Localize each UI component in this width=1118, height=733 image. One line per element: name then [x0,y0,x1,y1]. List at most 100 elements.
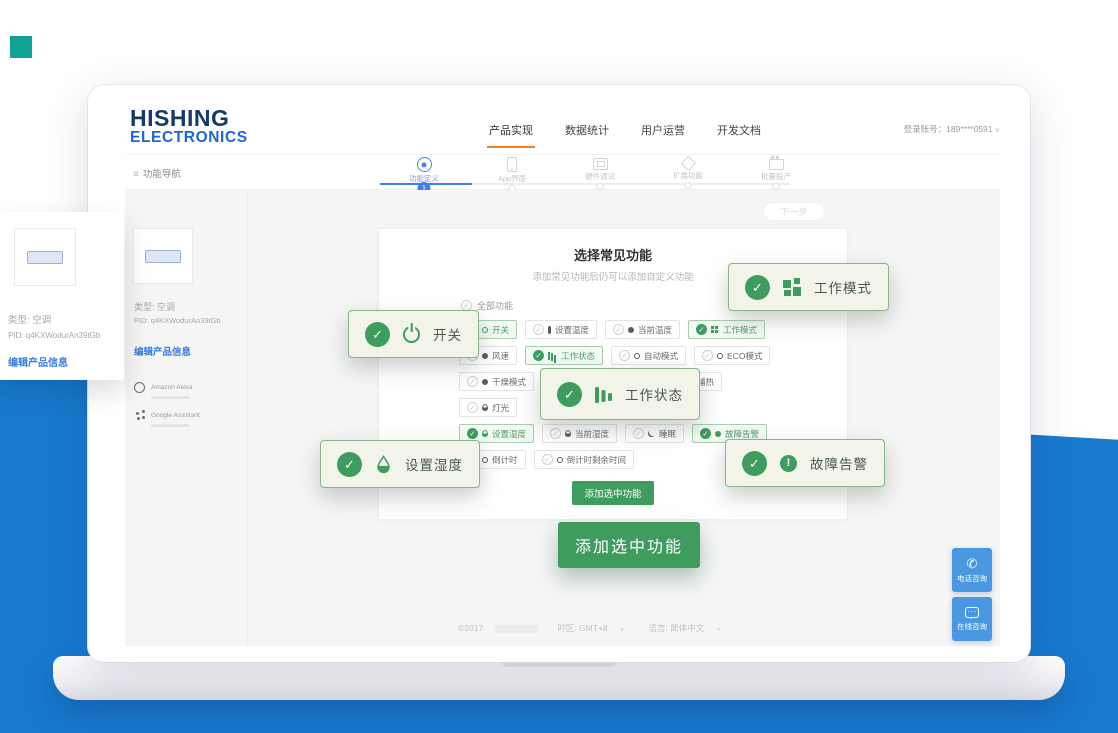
alert-icon: ! [780,455,797,472]
chip-label: 当前湿度 [575,428,609,440]
blurred-text [151,396,189,399]
chevron-down-icon: ∨ [620,626,625,633]
bars-icon [595,385,612,403]
app-header: HISHING ELECTRONICS 产品实现 数据统计 用户运营 开发文档 … [125,105,1000,155]
product-type: 类型: 空调 [8,312,51,326]
chip-dry-mode[interactable]: ✓干燥模式 [459,372,534,391]
checkbox-icon: ✓ [613,324,624,335]
edit-product-link[interactable]: 编辑产品信息 [8,354,68,369]
next-step-button[interactable]: 下一步 [763,202,825,221]
checkbox-icon: ✓ [533,324,544,335]
grid-row: ✓设置湿度 ✓当前湿度 ✓睡眠 ✓故障告警 [459,424,767,443]
check-icon: ✓ [745,275,770,300]
brand-logo-line2: ELECTRONICS [130,130,248,146]
timer-icon [482,457,488,463]
laptop-base [53,656,1065,700]
product-sidebar: 类型: 空调 PID: q4KXWodurAn39tGb 编辑产品信息 Amaz… [125,190,248,646]
moon-icon [648,430,655,437]
callout-power: ✓ 开关 [348,310,479,358]
nav-item-docs[interactable]: 开发文档 [715,116,763,144]
chip-auto-mode[interactable]: ✓自动模式 [611,346,686,365]
bars-icon [548,352,550,360]
callout-label: 开关 [433,324,462,344]
chip-countdown-remaining[interactable]: ✓倒计时剩余时间 [534,450,635,469]
chip-current-humidity[interactable]: ✓当前湿度 [542,424,617,443]
language-select[interactable]: 语言: 简体中文∨ [642,623,727,633]
chip-label: 设置温度 [555,324,589,336]
chip-set-temperature[interactable]: ✓ 设置温度 [525,320,597,339]
chip-label: 故障告警 [725,428,759,440]
chip-icon [593,158,608,170]
menu-icon: ≡ [133,169,139,180]
check-icon: ✓ [365,322,390,347]
integration-google-assistant[interactable]: Google Assistant [134,404,200,427]
laptop-screen: HISHING ELECTRONICS 产品实现 数据统计 用户运营 开发文档 … [88,85,1030,662]
chip-work-status[interactable]: ✓工作状态 [525,346,603,365]
function-nav-toggle[interactable]: ≡功能导航 [133,166,181,180]
step-function-definition[interactable]: 功能定义 1 [380,156,468,184]
grid-row: ✓ 开关 ✓ 设置温度 ✓当前温度 ✓工作模式 [459,320,767,339]
alexa-icon [134,382,145,393]
integration-alexa[interactable]: Amazon Alexa [134,376,193,399]
edit-product-link[interactable]: 编辑产品信息 [134,344,191,358]
chip-sleep[interactable]: ✓ 睡眠 [625,424,684,443]
air-conditioner-icon [27,251,63,264]
timezone-select[interactable]: 时区: GMT+8∨ [551,623,630,633]
online-consult-button[interactable]: ··· 在线咨询 [952,597,992,641]
product-pid: PID: q4KXWodurAn39tGb [8,331,100,340]
nav-item-product[interactable]: 产品实现 [487,116,535,144]
brand-logo[interactable]: HISHING ELECTRONICS [130,107,248,146]
temperature-icon [628,327,634,333]
timer-icon [557,457,563,463]
callout-fault-alarm: ✓ ! 故障告警 [725,439,885,487]
step-app-ui[interactable]: App界面 [468,156,556,184]
checkbox-icon: ✓ [700,428,711,439]
nav-item-operation[interactable]: 用户运营 [639,116,687,144]
checkbox-icon: ✓ [702,350,713,361]
chip-label: 倒计时 [492,454,518,466]
chip-label: 风速 [492,350,509,362]
checkbox-icon: ✓ [467,376,478,387]
chip-current-temperature[interactable]: ✓当前温度 [605,320,680,339]
phone-consult-button[interactable]: ✆ 电话咨询 [952,548,992,592]
step-extended-functions[interactable]: 扩展功能 [644,156,732,181]
step-label: 批量投产 [732,171,820,182]
nav-item-stats[interactable]: 数据统计 [563,116,611,144]
product-pid: PID: q4KXWodurAn39tGb [134,316,221,325]
panel-title: 选择常见功能 [379,245,847,264]
redacted-company-name [495,625,539,633]
brand-logo-line1: HISHING [130,107,248,130]
add-selected-functions-button[interactable]: 添加选中功能 [572,481,653,505]
step-mass-production[interactable]: 批量投产 [732,156,820,182]
callout-label: 设置湿度 [405,454,463,474]
step-node [597,183,604,190]
chip-label: 睡眠 [659,428,676,440]
checkbox-icon: ✓ [633,428,644,439]
power-icon [403,326,420,343]
chat-bubble-icon: ··· [965,607,979,618]
callout-work-status: ✓ 工作状态 [540,368,700,420]
checkbox-icon: ✓ [533,350,544,361]
language-label: 语言: 简体中文 [648,623,704,633]
step-hardware-debug[interactable]: 硬件调试 [556,156,644,182]
decorative-teal-square [10,36,32,58]
check-icon: ✓ [742,451,767,476]
integration-name: Amazon Alexa [151,384,193,391]
account-menu[interactable]: 登录账号：189****0591 ∨ [904,123,1000,135]
add-selected-functions-button-magnified[interactable]: 添加选中功能 [558,522,700,568]
step-node [685,182,692,189]
select-all-label: 全部功能 [477,299,513,312]
chip-label: ECO模式 [727,350,762,362]
account-label: 登录账号：189****0591 [904,124,993,134]
chip-label: 开关 [492,324,509,336]
step-label: 硬件调试 [556,171,644,182]
chip-eco-mode[interactable]: ✓ ECO模式 [694,346,770,365]
sub-header: ≡功能导航 功能定义 1 App界面 [125,155,1000,190]
chip-work-mode[interactable]: ✓工作模式 [688,320,765,339]
page: HISHING ELECTRONICS 产品实现 数据统计 用户运营 开发文档 … [0,0,1118,733]
callout-label: 故障告警 [810,453,868,473]
chip-light[interactable]: ✓灯光 [459,398,517,417]
content-area: 类型: 空调 PID: q4KXWodurAn39tGb 编辑产品信息 Amaz… [125,190,1000,646]
phone-icon: ✆ [967,557,978,570]
progress-stepper: 功能定义 1 App界面 硬件调试 扩展功 [380,156,820,190]
